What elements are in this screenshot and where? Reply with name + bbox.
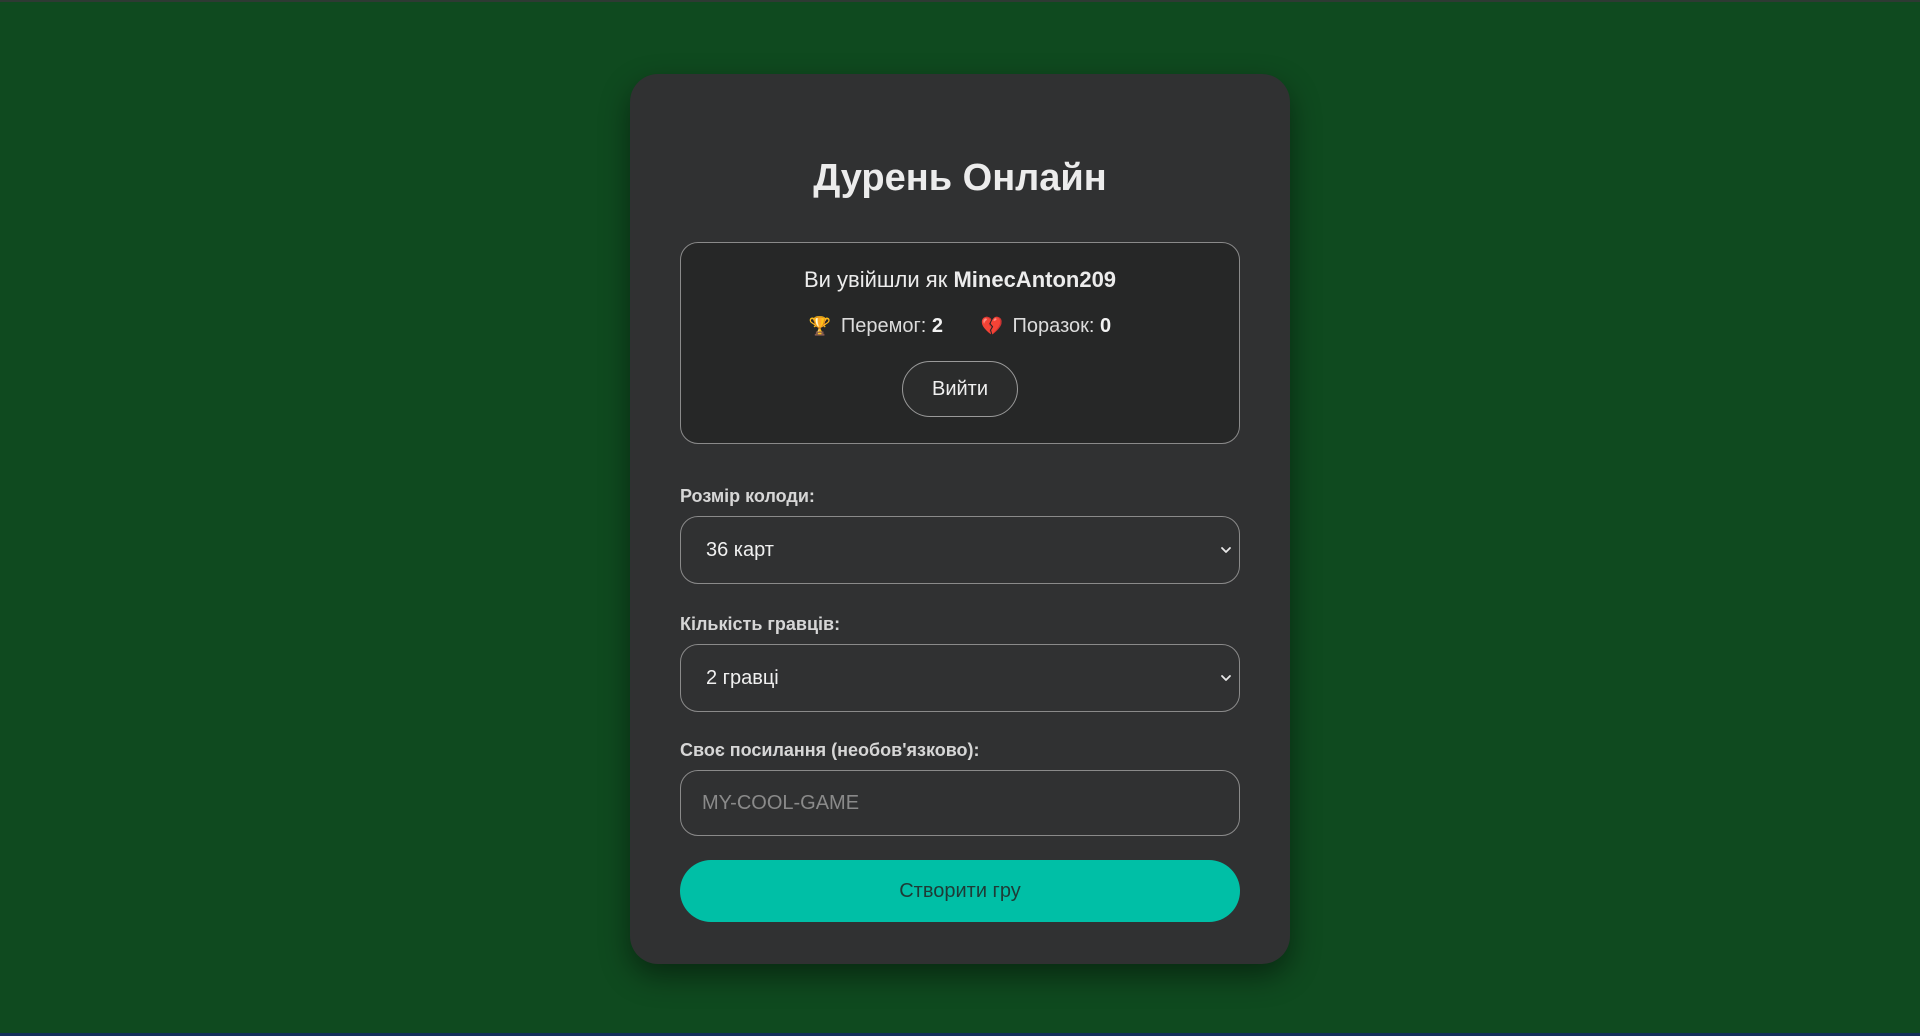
losses-count: 0 bbox=[1100, 315, 1112, 337]
wins-label: Перемог: bbox=[840, 315, 927, 337]
chevron-down-icon bbox=[1221, 675, 1231, 681]
stats-line: 🏆 Перемог: 2 💔 Поразок: 0 bbox=[681, 311, 1239, 341]
players-count-value: 2 гравці bbox=[706, 667, 779, 689]
lobby-card: Дурень Онлайн Ви увійшли як MinecAnton20… bbox=[630, 74, 1290, 964]
create-game-button[interactable]: Створити гру bbox=[680, 860, 1240, 922]
players-count-select[interactable]: 2 гравці bbox=[680, 644, 1240, 712]
wins-count: 2 bbox=[931, 315, 943, 337]
trophy-icon: 🏆 bbox=[808, 316, 832, 336]
logged-in-prefix: Ви увійшли як bbox=[803, 267, 948, 292]
custom-link-label: Своє посилання (необов'язково): bbox=[680, 740, 980, 760]
logout-button[interactable]: Вийти bbox=[902, 361, 1018, 417]
wins-stat: 🏆 Перемог: 2 bbox=[809, 311, 943, 341]
username: MinecAnton209 bbox=[953, 267, 1117, 292]
deck-size-value: 36 карт bbox=[706, 539, 774, 561]
chevron-down-icon bbox=[1221, 547, 1231, 553]
players-count-label: Кількість гравців: bbox=[680, 614, 841, 634]
page-title: Дурень Онлайн bbox=[813, 157, 1107, 199]
window-top-border bbox=[0, 0, 1920, 2]
logged-in-line: Ви увійшли як MinecAnton209 bbox=[681, 263, 1239, 297]
custom-link-placeholder: MY-COOL-GAME bbox=[702, 792, 860, 814]
losses-stat: 💔 Поразок: 0 bbox=[981, 311, 1112, 341]
losses-label: Поразок: bbox=[1012, 315, 1095, 337]
deck-size-label: Розмір колоди: bbox=[680, 486, 815, 506]
deck-size-select[interactable]: 36 карт bbox=[680, 516, 1240, 584]
user-info-box: Ви увійшли як MinecAnton209 🏆 Перемог: 2… bbox=[680, 242, 1240, 444]
custom-link-input[interactable]: MY-COOL-GAME bbox=[680, 770, 1240, 836]
broken-heart-icon: 💔 bbox=[980, 316, 1003, 336]
